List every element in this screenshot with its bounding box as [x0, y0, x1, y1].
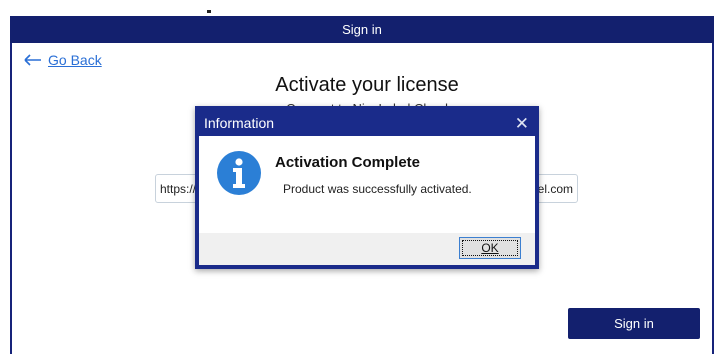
info-icon: [216, 150, 262, 201]
sign-in-button[interactable]: Sign in: [568, 308, 700, 339]
dialog-footer: OK: [199, 233, 535, 265]
window-title: Sign in: [342, 22, 382, 37]
arrow-left-icon: [24, 54, 42, 66]
close-icon[interactable]: ✕: [515, 115, 529, 132]
dialog-heading: Activation Complete: [275, 154, 421, 171]
page-heading: Activate your license: [275, 74, 459, 96]
dialog-title: Information: [204, 115, 275, 131]
go-back-link[interactable]: Go Back: [24, 52, 102, 68]
ok-button[interactable]: OK: [459, 237, 521, 259]
dialog-title-bar: Information ✕: [199, 110, 535, 136]
go-back-label: Go Back: [48, 52, 102, 68]
ok-button-label: OK: [481, 241, 499, 255]
dialog-message: Product was successfully activated.: [283, 182, 472, 196]
top-mark: [207, 10, 211, 13]
url-field-prefix: https://: [160, 181, 197, 196]
information-dialog: Information ✕ Activation Complete Produc…: [195, 106, 539, 269]
dialog-body: Activation Complete Product was successf…: [199, 136, 535, 233]
window-title-bar: Sign in: [10, 16, 714, 43]
